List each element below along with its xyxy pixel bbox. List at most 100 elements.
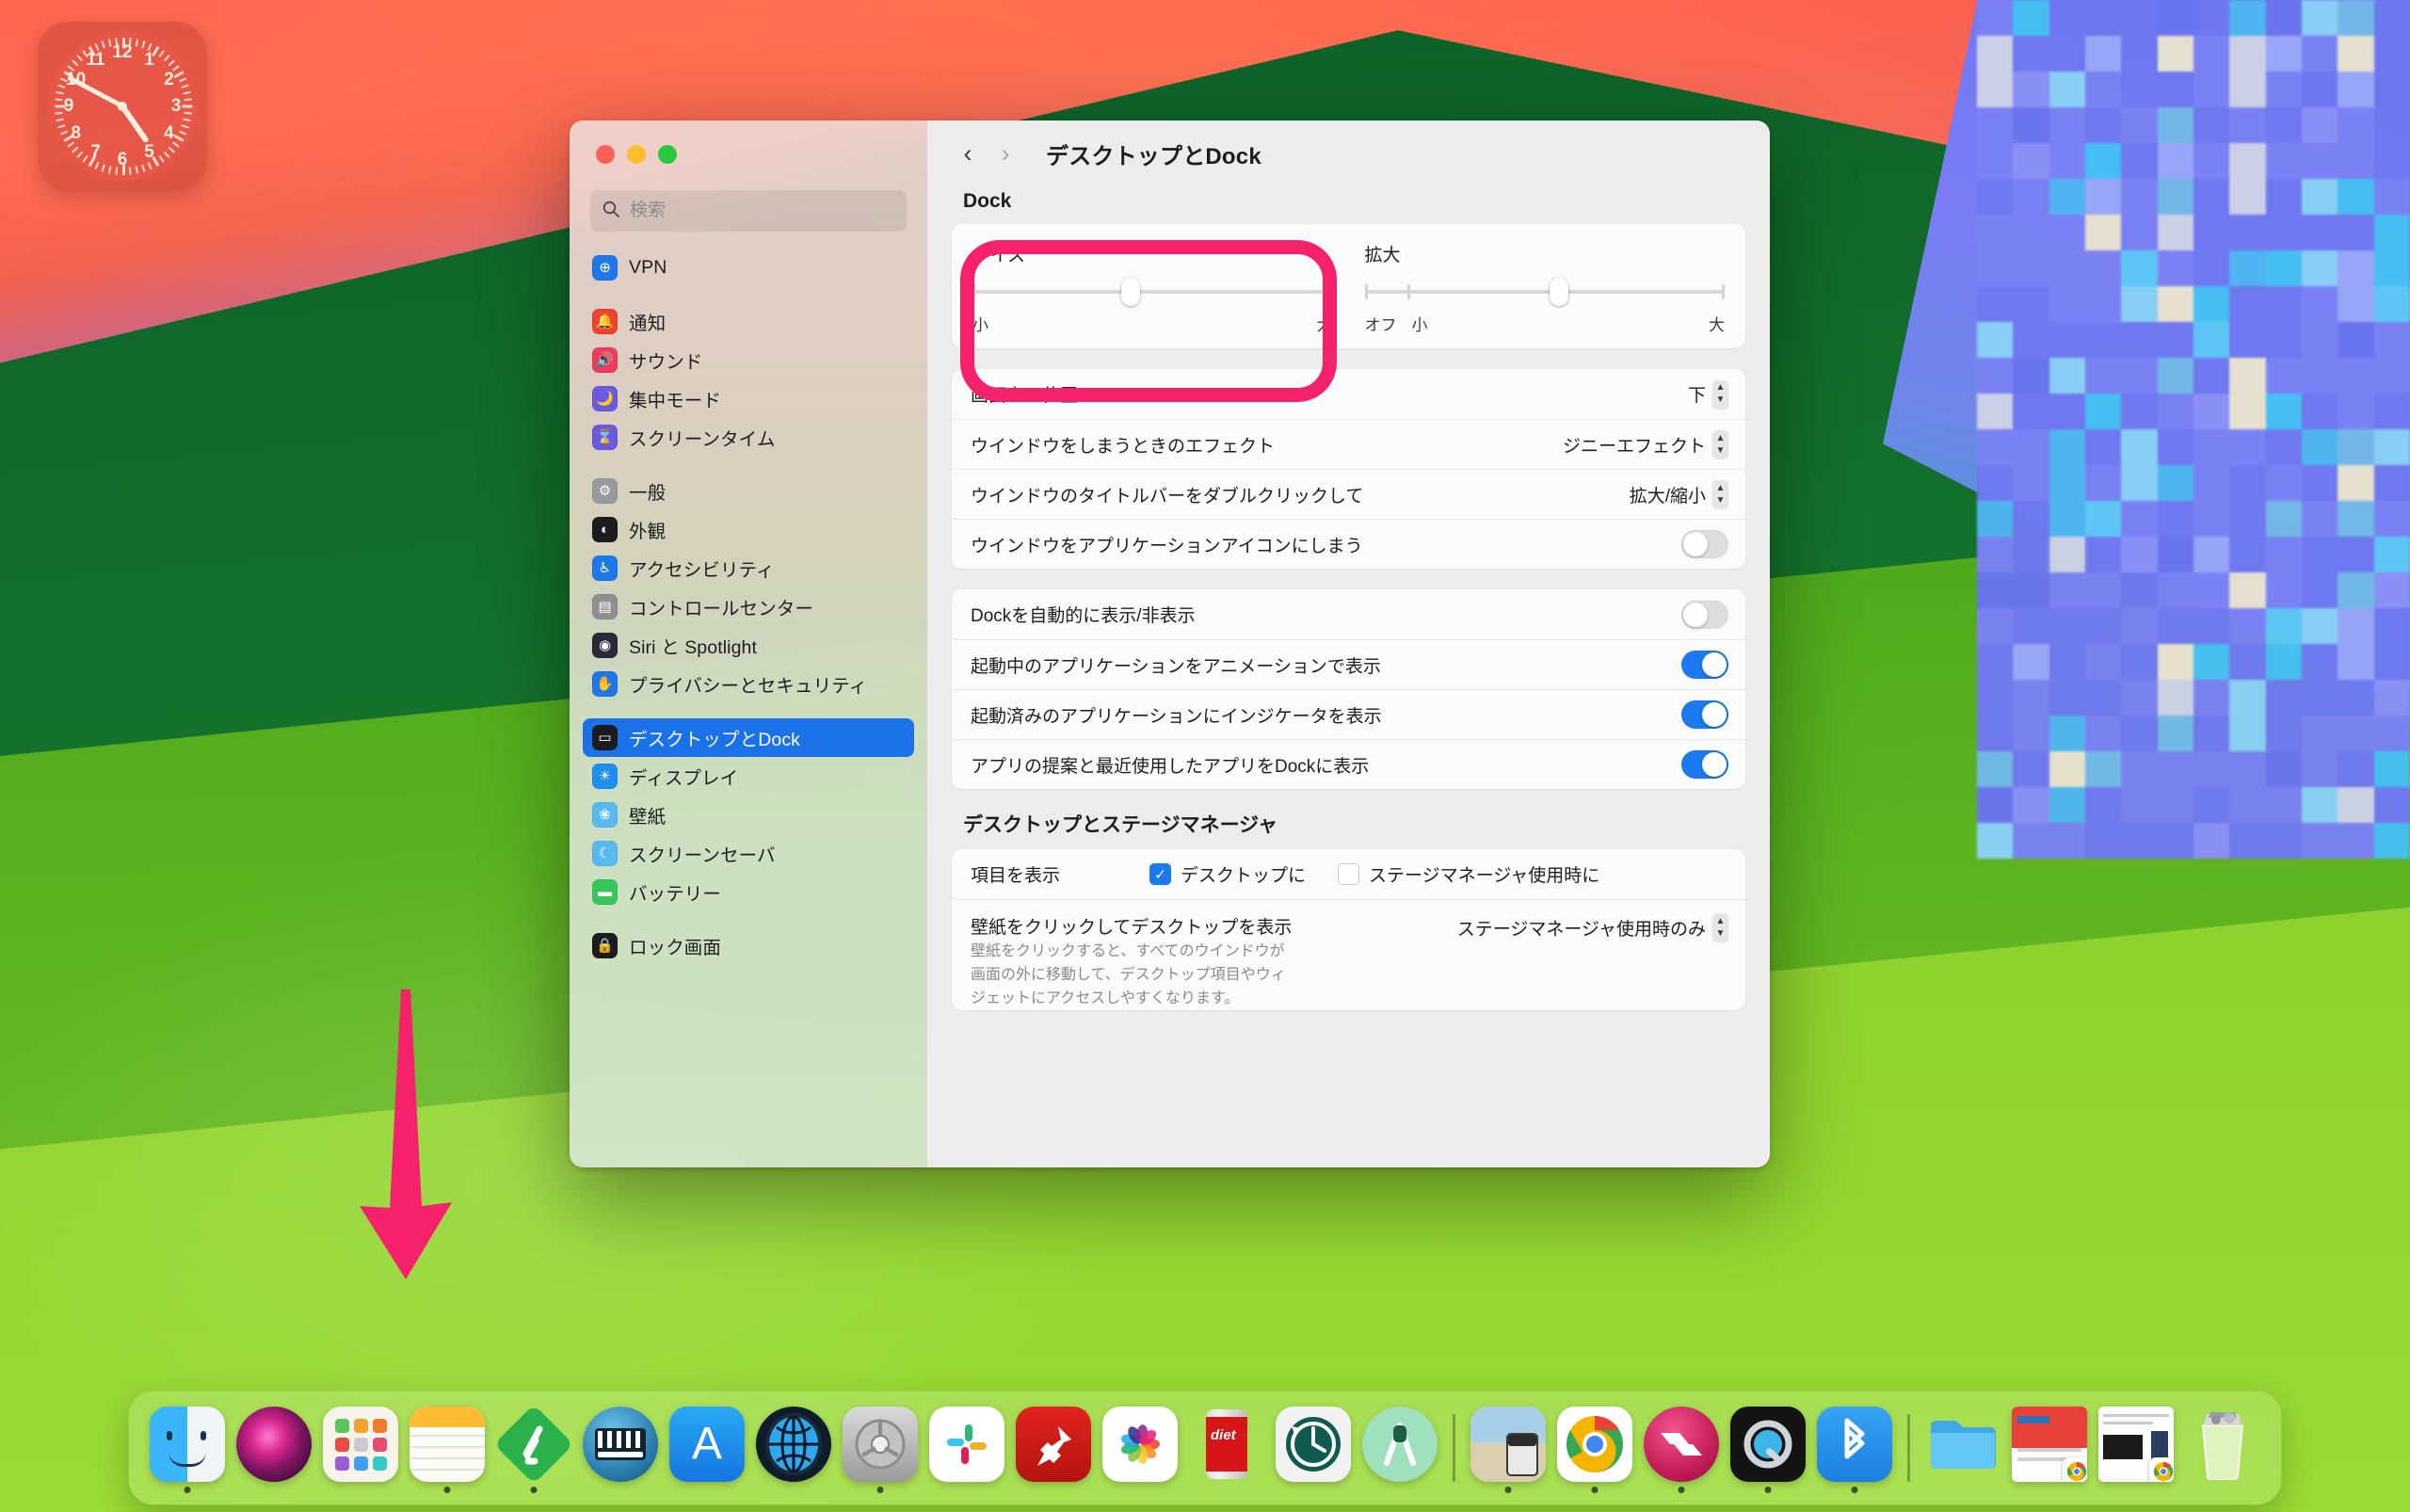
toggle-switch[interactable] <box>1681 530 1728 558</box>
chevron-updown-icon[interactable]: ▲ ▼ <box>1712 480 1728 508</box>
magnification-slider-track[interactable] <box>1365 290 1726 294</box>
sidebar-item-screen-time[interactable]: ⌛ スクリーンタイム <box>583 418 914 457</box>
popup-button[interactable]: ジニーエフェクト ▲ ▼ <box>1563 430 1728 458</box>
dock-item-feedly[interactable] <box>490 1399 577 1497</box>
dock-item-pinboard[interactable] <box>1010 1399 1097 1497</box>
sidebar-item-lock-screen[interactable]: 🔒 ロック画面 <box>583 926 914 965</box>
sidebar-item-display[interactable]: ☀ ディスプレイ <box>583 757 914 796</box>
dock-item-jpegmini[interactable]: diet <box>1183 1399 1270 1497</box>
detail-scroll[interactable]: Dock サイズ 小 大 拡大 オフ 小 大 画面上の位置 下 ▲ ▼ ウインド… <box>927 186 1770 1167</box>
traffic-lights[interactable] <box>570 121 927 164</box>
chevron-updown-icon[interactable]: ▲ ▼ <box>1712 380 1728 409</box>
back-chevron-icon[interactable]: ‹ <box>952 137 984 169</box>
sidebar-list[interactable]: ⊕ VPN 🔔 通知 🔊 サウンド 🌙 集中モード ⌛ スクリーンタイム ⚙ 一般 ◐ 外観 ♿ アクセシビリ… <box>570 249 927 965</box>
sidebar-item-control-center[interactable]: ▤ コントロールセンター <box>583 587 914 626</box>
sidebar-item-wallpaper[interactable]: ❀ 壁紙 <box>583 796 914 834</box>
sidebar-item-sound[interactable]: 🔊 サウンド <box>583 341 914 379</box>
sidebar-item-vpn[interactable]: ⊕ VPN <box>583 249 914 287</box>
dock-item-app-store[interactable]: A <box>664 1399 750 1497</box>
clock-tick <box>101 40 104 48</box>
dock-item-keyboard-maestro[interactable] <box>577 1399 664 1497</box>
dock-item-downloads-folder[interactable] <box>1920 1399 2006 1497</box>
clock-widget[interactable]: 121234567891011 <box>38 22 207 191</box>
sidebar-item-notifications[interactable]: 🔔 通知 <box>583 302 914 341</box>
dock-item-trash[interactable] <box>2179 1399 2266 1497</box>
dock-item-finder[interactable] <box>144 1399 231 1497</box>
dock-item-bluetooth[interactable] <box>1811 1399 1898 1497</box>
magnification-slider[interactable] <box>1365 281 1726 302</box>
dock-item-system-settings[interactable] <box>837 1399 924 1497</box>
dock-item-notes[interactable] <box>404 1399 490 1497</box>
dock-item-preview[interactable] <box>1465 1399 1551 1497</box>
dock-item-chrome-window-1[interactable] <box>2006 1399 2093 1497</box>
size-slider[interactable] <box>972 281 1333 302</box>
magnification-slider-block[interactable]: 拡大 オフ 小 大 <box>1365 241 1726 335</box>
size-slider-label: サイズ <box>972 241 1333 266</box>
sidebar-item-privacy-security[interactable]: ✋ プライバシーとセキュリティ <box>583 665 914 703</box>
close-button[interactable] <box>596 145 615 164</box>
system-settings-window[interactable]: ⊕ VPN 🔔 通知 🔊 サウンド 🌙 集中モード ⌛ スクリーンタイム ⚙ 一般 ◐ 外観 ♿ アクセシビリ… <box>570 121 1770 1167</box>
size-slider-track[interactable] <box>972 290 1333 294</box>
dock-item-quicktime[interactable] <box>1725 1399 1811 1497</box>
clock-number: 11 <box>84 50 108 71</box>
checkbox-stage-group[interactable]: ステージマネージャ使用時に <box>1338 861 1599 887</box>
checkbox-stage-manager[interactable] <box>1338 863 1359 885</box>
size-slider-block[interactable]: サイズ 小 大 <box>972 241 1333 335</box>
search-input[interactable] <box>630 201 895 221</box>
checkbox-desktop-group[interactable]: ✓ デスクトップに <box>1149 861 1306 887</box>
dock-item-photos[interactable] <box>1097 1399 1183 1497</box>
minimize-button[interactable] <box>627 145 646 164</box>
popup-button[interactable]: 拡大/縮小 ▲ ▼ <box>1630 480 1728 508</box>
forward-chevron-icon[interactable]: › <box>989 137 1021 169</box>
detail-toolbar[interactable]: ‹ › デスクトップとDock <box>927 121 1770 186</box>
quicktime-icon <box>1730 1407 1806 1482</box>
dock-item-chrome-window-2[interactable] <box>2093 1399 2179 1497</box>
popup-button[interactable]: 下 ▲ ▼ <box>1688 380 1728 409</box>
size-slider-cap-min <box>972 284 975 299</box>
chevron-updown-icon[interactable]: ▲ ▼ <box>1712 430 1728 458</box>
toggle-switch[interactable] <box>1681 651 1728 679</box>
dock-item-slack[interactable] <box>924 1399 1010 1497</box>
maximize-button[interactable] <box>658 145 677 164</box>
pin-icon <box>1016 1407 1091 1482</box>
sidebar-item-siri-spotlight[interactable]: ◉ Siri と Spotlight <box>583 626 914 665</box>
sidebar-item-accessibility[interactable]: ♿ アクセシビリティ <box>583 549 914 587</box>
search-box[interactable] <box>590 190 907 232</box>
sidebar-item-label: ディスプレイ <box>629 763 738 790</box>
dock-item-time-machine[interactable] <box>1270 1399 1357 1497</box>
toggle-switch[interactable] <box>1681 700 1728 729</box>
sidebar-item-desktop-dock[interactable]: ▭ デスクトップとDock <box>583 718 914 757</box>
settings-row: ウインドウをアプリケーションアイコンにしまう <box>952 519 1745 569</box>
dock-item-android-studio[interactable] <box>1357 1399 1443 1497</box>
clock-tick <box>136 39 139 46</box>
sidebar-item-battery[interactable]: ▬ バッテリー <box>583 873 914 911</box>
sidebar-item-focus[interactable]: 🌙 集中モード <box>583 379 914 418</box>
section-heading-stage: デスクトップとステージマネージャ <box>963 810 1745 838</box>
general-icon: ⚙ <box>592 478 618 504</box>
dock[interactable]: Adiet <box>129 1391 2281 1504</box>
sidebar-item-screensaver[interactable]: ☾ スクリーンセーバ <box>583 834 914 873</box>
sidebar-item-label: デスクトップとDock <box>629 724 800 751</box>
dock-item-siri[interactable] <box>231 1399 317 1497</box>
toggle-switch[interactable] <box>1681 601 1728 629</box>
checkbox-desktop[interactable]: ✓ <box>1149 863 1171 885</box>
control-center-icon: ▤ <box>592 594 618 619</box>
dock-item-browser-globe[interactable] <box>750 1399 837 1497</box>
toggle-switch[interactable] <box>1681 750 1728 779</box>
click-wallpaper-popup[interactable]: ステージマネージャ使用時のみ ▲ ▼ <box>1457 913 1728 941</box>
sidebar-item-appearance[interactable]: ◐ 外観 <box>583 510 914 549</box>
size-slider-cap-max <box>1330 284 1333 299</box>
sidebar[interactable]: ⊕ VPN 🔔 通知 🔊 サウンド 🌙 集中モード ⌛ スクリーンタイム ⚙ 一般 ◐ 外観 ♿ アクセシビリ… <box>570 121 927 1167</box>
sidebar-item-general[interactable]: ⚙ 一般 <box>583 472 914 510</box>
clock-tick <box>182 84 189 88</box>
dock-item-google-chrome[interactable] <box>1551 1399 1638 1497</box>
clock-number: 3 <box>164 96 188 117</box>
appearance-icon: ◐ <box>592 517 618 542</box>
dock-item-launchpad[interactable] <box>317 1399 404 1497</box>
chevron-updown-icon[interactable]: ▲ ▼ <box>1712 913 1728 941</box>
size-slider-knob[interactable] <box>1121 278 1140 306</box>
dock-item-transmit[interactable] <box>1638 1399 1725 1497</box>
focus-icon: 🌙 <box>592 386 618 411</box>
magnification-slider-knob[interactable] <box>1550 278 1568 306</box>
settings-row: ウインドウのタイトルバーをダブルクリックして 拡大/縮小 ▲ ▼ <box>952 469 1745 519</box>
